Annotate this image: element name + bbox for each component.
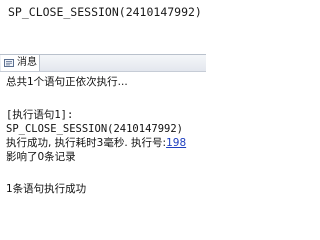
tab-messages[interactable]: 消息: [1, 55, 40, 71]
message-exec-result: 执行成功, 执行耗时3毫秒. 执行号:198: [6, 137, 186, 150]
exec-number-link[interactable]: 198: [166, 137, 186, 149]
message-exec-header: [执行语句1]:: [6, 109, 74, 121]
message-final-status: 1条语句执行成功: [6, 183, 87, 195]
tab-messages-label: 消息: [17, 57, 37, 68]
message-icon: [4, 59, 14, 67]
message-exec-statement: SP_CLOSE_SESSION(2410147992): [6, 123, 184, 135]
message-affected-rows: 影响了0条记录: [6, 151, 76, 163]
message-summary: 总共1个语句正依次执行...: [6, 76, 128, 88]
messages-panel: 总共1个语句正依次执行... [执行语句1]: SP_CLOSE_SESSION…: [0, 72, 206, 202]
sql-editor[interactable]: SP_CLOSE_SESSION(2410147992): [0, 0, 206, 54]
message-exec-result-text: 执行成功, 执行耗时3毫秒. 执行号:: [6, 137, 167, 149]
results-tab-bar: 消息: [0, 54, 206, 72]
editor-statement: SP_CLOSE_SESSION(2410147992): [8, 5, 202, 19]
